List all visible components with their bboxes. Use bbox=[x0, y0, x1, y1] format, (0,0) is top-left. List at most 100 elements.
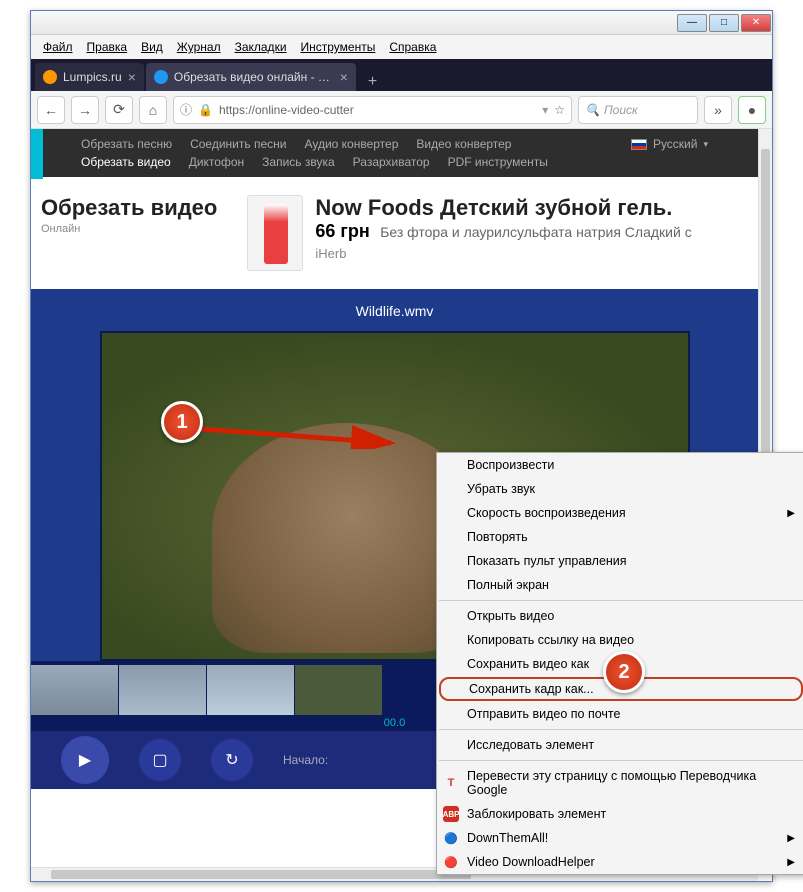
annotation-arrow bbox=[201, 419, 401, 449]
nav-unarchiver[interactable]: Разархиватор bbox=[353, 155, 430, 169]
reader-icon[interactable]: ☆ bbox=[554, 103, 565, 117]
window-maximize-button[interactable]: □ bbox=[709, 14, 739, 32]
video-filename: Wildlife.wmv bbox=[31, 303, 758, 319]
submenu-arrow-icon: ▶ bbox=[787, 508, 795, 519]
translate-icon: T bbox=[443, 775, 459, 791]
language-label: Русский bbox=[653, 137, 698, 151]
url-input[interactable]: ⓘ 🔒 https://online-video-cutter ▾ ☆ bbox=[173, 96, 572, 124]
page-subtitle: Онлайн bbox=[41, 223, 217, 235]
ad-title: Now Foods Детский зубной гель. bbox=[315, 195, 691, 221]
back-button[interactable]: ← bbox=[37, 96, 65, 124]
ctx-play[interactable]: Воспроизвести bbox=[437, 453, 803, 477]
page-title: Обрезать видео bbox=[41, 195, 217, 221]
start-label: Начало: bbox=[283, 753, 328, 767]
play-button[interactable]: ▶ bbox=[61, 736, 109, 784]
language-selector[interactable]: Русский ▾ bbox=[631, 137, 708, 151]
ctx-adblock[interactable]: ABPЗаблокировать элемент bbox=[437, 802, 803, 826]
ctx-copy-link[interactable]: Копировать ссылку на видео bbox=[437, 628, 803, 652]
menu-history[interactable]: Журнал bbox=[171, 38, 227, 56]
menu-help[interactable]: Справка bbox=[383, 38, 442, 56]
nav-audio-record[interactable]: Запись звука bbox=[262, 155, 335, 169]
search-input[interactable]: 🔍 Поиск bbox=[578, 96, 698, 124]
ctx-videohelper[interactable]: 🔴Video DownloadHelper▶ bbox=[437, 850, 803, 874]
reload-button[interactable]: ⟳ bbox=[105, 96, 133, 124]
lock-icon: 🔒 bbox=[198, 103, 213, 117]
ctx-speed[interactable]: Скорость воспроизведения▶ bbox=[437, 501, 803, 525]
nav-cut-song[interactable]: Обрезать песню bbox=[81, 137, 172, 151]
ctx-fullscreen[interactable]: Полный экран bbox=[437, 573, 803, 597]
tab-label: Lumpics.ru bbox=[63, 70, 122, 84]
timeline-thumb[interactable] bbox=[119, 665, 207, 715]
menubar: Файл Правка Вид Журнал Закладки Инструме… bbox=[31, 35, 772, 59]
forward-button[interactable]: → bbox=[71, 96, 99, 124]
ctx-show-controls[interactable]: Показать пульт управления bbox=[437, 549, 803, 573]
chevron-down-icon: ▾ bbox=[703, 139, 708, 150]
address-bar: ← → ⟳ ⌂ ⓘ 🔒 https://online-video-cutter … bbox=[31, 91, 772, 129]
ad-brand: iHerb bbox=[315, 246, 691, 261]
favicon-icon bbox=[154, 70, 168, 84]
tab-video-cutter[interactable]: Обрезать видео онлайн - обр × bbox=[146, 63, 356, 91]
ctx-send-email[interactable]: Отправить видео по почте bbox=[437, 702, 803, 726]
menu-separator bbox=[439, 760, 803, 761]
nav-audio-converter[interactable]: Аудио конвертер bbox=[304, 137, 398, 151]
menu-tools[interactable]: Инструменты bbox=[295, 38, 382, 56]
flag-icon bbox=[631, 139, 647, 150]
tab-strip: Lumpics.ru × Обрезать видео онлайн - обр… bbox=[31, 59, 772, 91]
ctx-translate[interactable]: TПеревести эту страницу с помощью Перево… bbox=[437, 764, 803, 802]
crop-button[interactable]: ▢ bbox=[139, 739, 181, 781]
ctx-downthemall[interactable]: 🔵DownThemAll!▶ bbox=[437, 826, 803, 850]
browser-window: ― □ ✕ Файл Правка Вид Журнал Закладки Ин… bbox=[30, 10, 773, 882]
nav-join-songs[interactable]: Соединить песни bbox=[190, 137, 286, 151]
ad-description: Без фтора и лаурилсульфата натрия Сладки… bbox=[380, 224, 692, 240]
annotation-marker-2: 2 bbox=[603, 651, 645, 693]
ctx-inspect[interactable]: Исследовать элемент bbox=[437, 733, 803, 757]
scrollbar-thumb[interactable] bbox=[51, 870, 471, 879]
close-tab-icon[interactable]: × bbox=[340, 69, 348, 85]
window-minimize-button[interactable]: ― bbox=[677, 14, 707, 32]
close-tab-icon[interactable]: × bbox=[128, 69, 136, 85]
annotation-marker-1: 1 bbox=[161, 401, 203, 443]
overflow-button[interactable]: » bbox=[704, 96, 732, 124]
new-tab-button[interactable]: + bbox=[358, 73, 387, 91]
search-icon: 🔍 bbox=[585, 103, 600, 117]
menu-file[interactable]: Файл bbox=[37, 38, 79, 56]
menu-separator bbox=[439, 729, 803, 730]
info-icon: ⓘ bbox=[180, 101, 192, 118]
adblock-icon: ABP bbox=[443, 806, 459, 822]
downthemall-icon: 🔵 bbox=[443, 830, 459, 846]
profile-button[interactable]: ● bbox=[738, 96, 766, 124]
menu-view[interactable]: Вид bbox=[135, 38, 169, 56]
tab-label: Обрезать видео онлайн - обр bbox=[174, 70, 334, 84]
rotate-button[interactable]: ↻ bbox=[211, 739, 253, 781]
ctx-loop[interactable]: Повторять bbox=[437, 525, 803, 549]
dropdown-icon[interactable]: ▾ bbox=[542, 103, 548, 117]
window-close-button[interactable]: ✕ bbox=[741, 14, 771, 32]
timeline-thumb[interactable] bbox=[207, 665, 295, 715]
ad-price: 66 грн bbox=[315, 221, 369, 241]
timeline-thumb[interactable] bbox=[295, 665, 383, 715]
submenu-arrow-icon: ▶ bbox=[787, 833, 795, 844]
ctx-open-video[interactable]: Открыть видео bbox=[437, 604, 803, 628]
nav-recorder[interactable]: Диктофон bbox=[189, 155, 244, 169]
nav-cut-video[interactable]: Обрезать видео bbox=[81, 155, 171, 169]
timeline-thumb[interactable] bbox=[31, 665, 119, 715]
menu-bookmarks[interactable]: Закладки bbox=[229, 38, 293, 56]
ad-image bbox=[247, 195, 303, 271]
page-header: Обрезать видео Онлайн Now Foods Детский … bbox=[31, 177, 758, 289]
window-titlebar: ― □ ✕ bbox=[31, 11, 772, 35]
timeline-start-handle[interactable] bbox=[31, 129, 43, 179]
site-nav: Обрезать песню Соединить песни Аудио кон… bbox=[31, 129, 758, 177]
advertisement[interactable]: Now Foods Детский зубной гель. 66 грн Бе… bbox=[247, 195, 758, 271]
menu-edit[interactable]: Правка bbox=[81, 38, 134, 56]
home-button[interactable]: ⌂ bbox=[139, 96, 167, 124]
ctx-mute[interactable]: Убрать звук bbox=[437, 477, 803, 501]
favicon-icon bbox=[43, 70, 57, 84]
nav-video-converter[interactable]: Видео конвертер bbox=[416, 137, 511, 151]
submenu-arrow-icon: ▶ bbox=[787, 857, 795, 868]
url-text: https://online-video-cutter bbox=[219, 103, 536, 117]
tab-lumpics[interactable]: Lumpics.ru × bbox=[35, 63, 144, 91]
search-placeholder: Поиск bbox=[604, 103, 638, 117]
menu-separator bbox=[439, 600, 803, 601]
videohelper-icon: 🔴 bbox=[443, 854, 459, 870]
nav-pdf-tools[interactable]: PDF инструменты bbox=[448, 155, 548, 169]
